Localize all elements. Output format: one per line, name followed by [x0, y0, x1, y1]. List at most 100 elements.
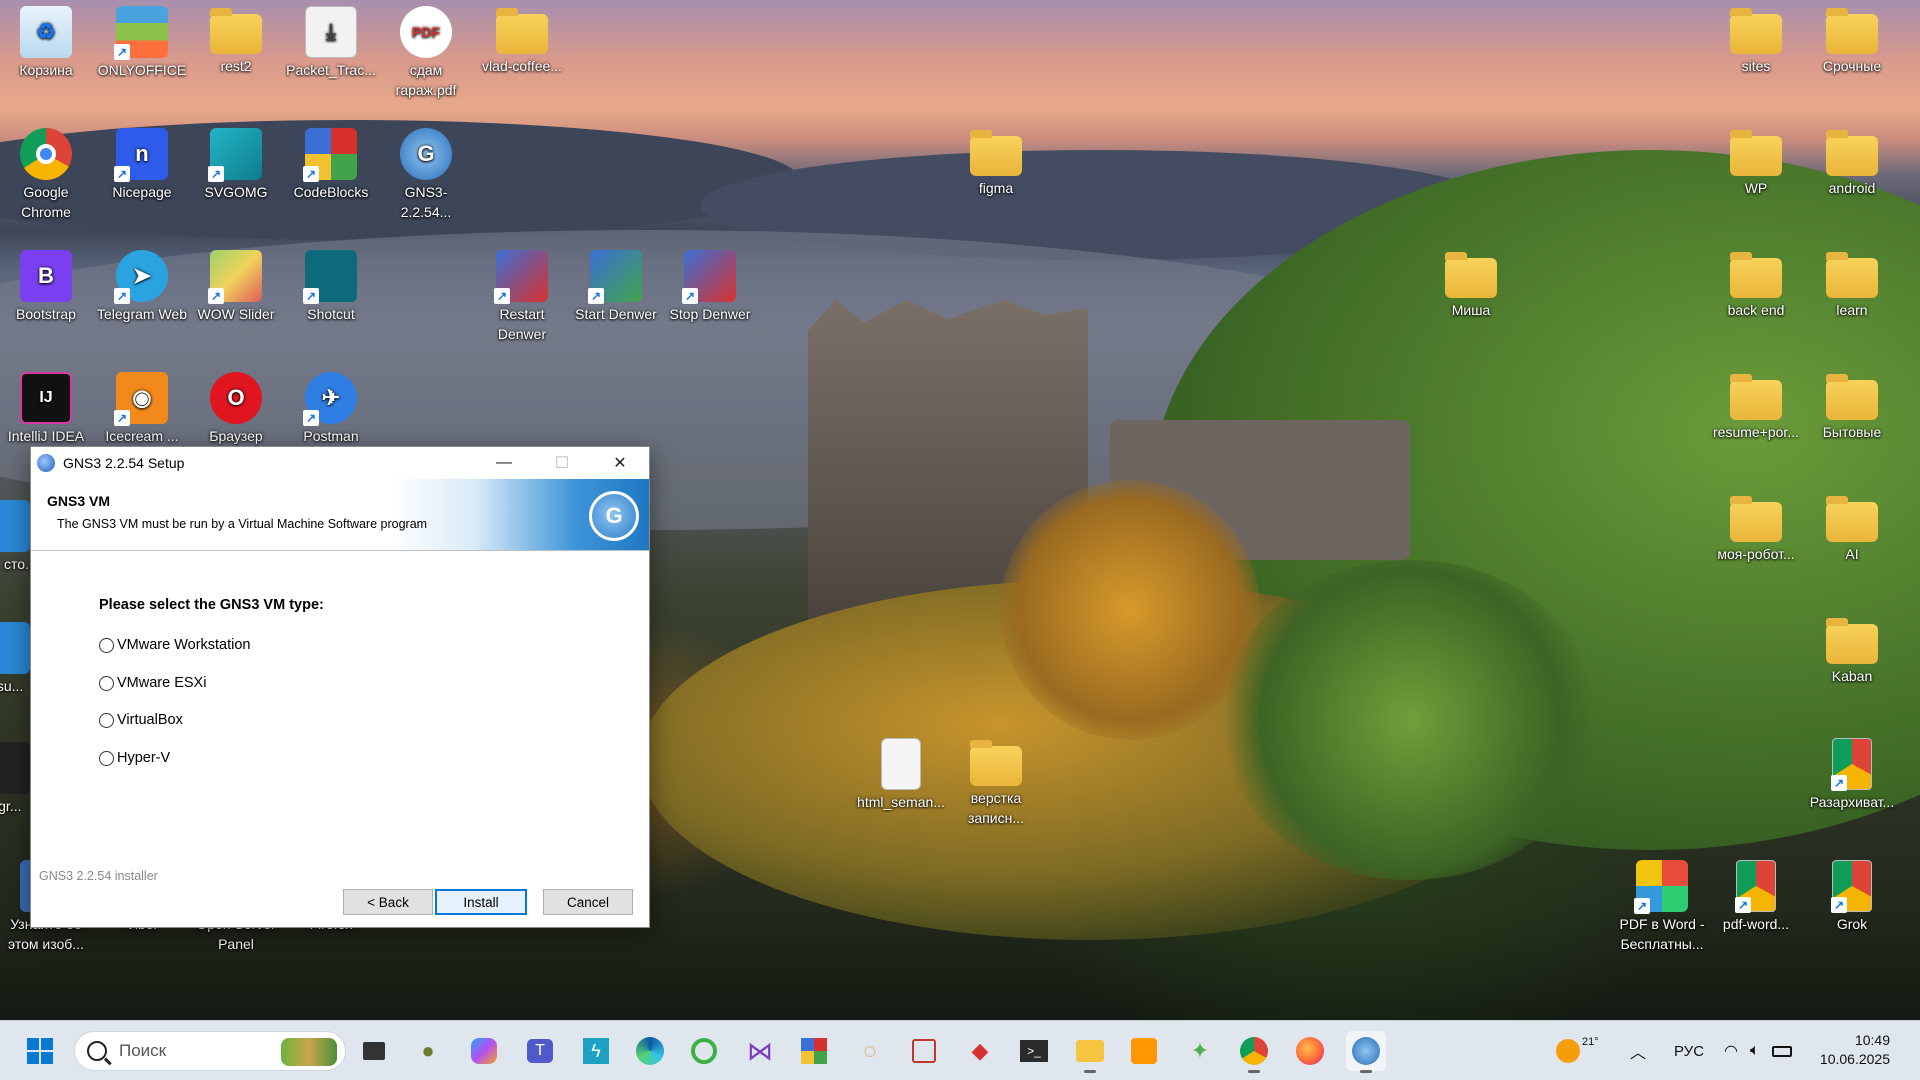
desktop-icon-codeblocks[interactable]: CodeBlocks: [285, 128, 377, 202]
desktop-icon-urgent[interactable]: Срочные: [1806, 6, 1898, 76]
taskbar-chrome[interactable]: [1234, 1031, 1274, 1073]
minimize-button[interactable]: —: [475, 447, 533, 479]
radio-button[interactable]: [99, 750, 114, 766]
taskbar-terminal[interactable]: >_: [1014, 1031, 1054, 1071]
desktop-icon-my-work[interactable]: моя-робот...: [1710, 494, 1802, 564]
taskbar-teams[interactable]: T: [520, 1031, 560, 1071]
desktop-icon-unarchive[interactable]: Разархиват...: [1806, 738, 1898, 812]
tray-overflow[interactable]: ︿: [1630, 1021, 1646, 1080]
close-button[interactable]: ✕: [591, 447, 649, 479]
desktop-icon-ai[interactable]: AI: [1806, 494, 1898, 564]
option-vmware-workstation[interactable]: VMware Workstation: [99, 637, 251, 653]
start-button[interactable]: [20, 1031, 60, 1071]
pdf-icon: PDF: [400, 6, 452, 58]
app-icon: [0, 500, 30, 552]
folder-icon: [1730, 8, 1782, 54]
desktop-icon-packet-tracer[interactable]: ⤓ Packet_Trac...: [285, 6, 377, 80]
taskbar-copilot[interactable]: [464, 1031, 504, 1071]
dialog-footer: GNS3 2.2.54 installer: [39, 869, 639, 883]
desktop-icon-google-chrome[interactable]: Google Chrome: [0, 128, 92, 222]
folder-icon: [970, 130, 1022, 176]
download-icon: ⤓: [305, 6, 357, 58]
taskbar-search[interactable]: Поиск: [74, 1031, 346, 1071]
desktop-icon-grok[interactable]: Grok: [1806, 860, 1898, 934]
desktop-icon-household[interactable]: Бытовые: [1806, 372, 1898, 442]
desktop-icon-sites[interactable]: sites: [1710, 6, 1802, 76]
taskbar-visual-studio[interactable]: ⋈: [740, 1031, 780, 1071]
copilot-icon: [471, 1038, 497, 1064]
taskbar-firefox[interactable]: [1290, 1031, 1330, 1071]
desktop-icon-restart-denwer[interactable]: Restart Denwer: [476, 250, 568, 344]
desktop-icon-nicepage[interactable]: n Nicepage: [96, 128, 188, 202]
desktop-icon-kaban[interactable]: Kaban: [1806, 616, 1898, 686]
desktop-icon-pdf-garage[interactable]: PDF сдам гараж.pdf: [380, 6, 472, 100]
desktop-icon-figma-folder[interactable]: figma: [950, 128, 1042, 198]
header-subtitle: The GNS3 VM must be run by a Virtual Mac…: [57, 517, 428, 531]
option-hyper-v[interactable]: Hyper-V: [99, 750, 170, 766]
taskbar-app-diamond[interactable]: ◆: [960, 1031, 1000, 1071]
chrome-icon: [20, 128, 72, 180]
gns3-logo-icon: G: [589, 491, 639, 541]
folder-icon: [1730, 374, 1782, 420]
install-button[interactable]: Install: [435, 889, 527, 915]
desktop-icon-postman[interactable]: ✈ Postman: [285, 372, 377, 446]
cancel-button[interactable]: Cancel: [543, 889, 633, 915]
app-icon: ◆: [971, 1038, 989, 1063]
desktop-icon-verstka-folder[interactable]: верстка записн...: [950, 738, 1042, 828]
desktop-icon-gns3-installer[interactable]: G GNS3-2.2.54...: [380, 128, 472, 222]
taskbar-app-bolt[interactable]: ϟ: [576, 1031, 616, 1071]
option-vmware-esxi[interactable]: VMware ESXi: [99, 675, 206, 691]
desktop-icon-browser[interactable]: O Браузер: [190, 372, 282, 446]
desktop-icon-wow-slider[interactable]: WOW Slider: [190, 250, 282, 324]
taskbar-sublime[interactable]: [1124, 1031, 1164, 1071]
desktop-icon-pdf-word[interactable]: pdf-word...: [1710, 860, 1802, 934]
option-label: VMware Workstation: [117, 637, 251, 653]
desktop-icon-misha[interactable]: Миша: [1425, 250, 1517, 320]
desktop-icon-resume[interactable]: resume+por...: [1710, 372, 1802, 442]
taskbar-edge[interactable]: [630, 1031, 670, 1071]
desktop-icon-stop-denwer[interactable]: Stop Denwer: [664, 250, 756, 324]
clock[interactable]: 10:49 10.06.2025: [1820, 1031, 1890, 1069]
ring-icon: [691, 1038, 717, 1064]
desktop-icon-html-semantic[interactable]: html_seman...: [855, 738, 947, 812]
desktop-icon-vlad-coffee[interactable]: vlad-coffee...: [476, 6, 568, 76]
radio-button[interactable]: [99, 712, 114, 728]
divider: [163, 875, 639, 877]
folder-icon: [496, 8, 548, 54]
option-label: VMware ESXi: [117, 675, 207, 691]
desktop-icon-shotcut[interactable]: Shotcut: [285, 250, 377, 324]
desktop-icon-recycle-bin[interactable]: ♻ Корзина: [0, 6, 92, 80]
desktop-icon-telegram[interactable]: ➤ Telegram Web: [96, 250, 188, 324]
desktop-icon-learn[interactable]: learn: [1806, 250, 1898, 320]
desktop-icon-android[interactable]: android: [1806, 128, 1898, 198]
desktop-icon-pdf-to-word[interactable]: PDF в Word - Бесплатны...: [1616, 860, 1708, 954]
option-virtualbox[interactable]: VirtualBox: [99, 712, 183, 728]
folder-icon: [1826, 8, 1878, 54]
language-indicator[interactable]: РУС: [1674, 1021, 1704, 1080]
desktop-icon-bootstrap[interactable]: B Bootstrap: [0, 250, 92, 324]
radio-button[interactable]: [99, 637, 114, 653]
dialog-titlebar[interactable]: GNS3 2.2.54 Setup — ☐ ✕: [31, 447, 649, 479]
weather-icon[interactable]: [1556, 1039, 1580, 1063]
taskbar-app-orange[interactable]: ◌: [850, 1031, 890, 1071]
system-tray: 21°: [1556, 1021, 1599, 1080]
taskbar-gns3-setup[interactable]: [1346, 1031, 1386, 1073]
taskbar-app-1[interactable]: ●: [408, 1031, 448, 1071]
network-volume-battery[interactable]: ◠ 🔈︎: [1724, 1021, 1792, 1080]
taskbar-app-colors[interactable]: ✦: [1180, 1031, 1220, 1071]
taskbar-app-red[interactable]: [904, 1031, 944, 1071]
radio-button[interactable]: [99, 675, 114, 691]
desktop-icon-start-denwer[interactable]: Start Denwer: [570, 250, 662, 324]
back-button[interactable]: < Back: [343, 889, 433, 915]
desktop-icon-svgomg[interactable]: SVGOMG: [190, 128, 282, 202]
desktop-icon-onlyoffice[interactable]: ONLYOFFICE: [96, 6, 188, 80]
task-view-button[interactable]: [354, 1031, 394, 1071]
taskbar-app-ring[interactable]: [684, 1031, 724, 1071]
desktop-icon-wp[interactable]: WP: [1710, 128, 1802, 198]
taskbar-file-explorer[interactable]: [1070, 1031, 1110, 1073]
desktop-icon-rest2[interactable]: rest2: [190, 6, 282, 76]
desktop-icon-icecream[interactable]: ◉ Icecream ...: [96, 372, 188, 446]
option-label: VirtualBox: [117, 712, 183, 728]
taskbar-codeblocks[interactable]: [794, 1031, 834, 1071]
desktop-icon-back-end[interactable]: back end: [1710, 250, 1802, 320]
